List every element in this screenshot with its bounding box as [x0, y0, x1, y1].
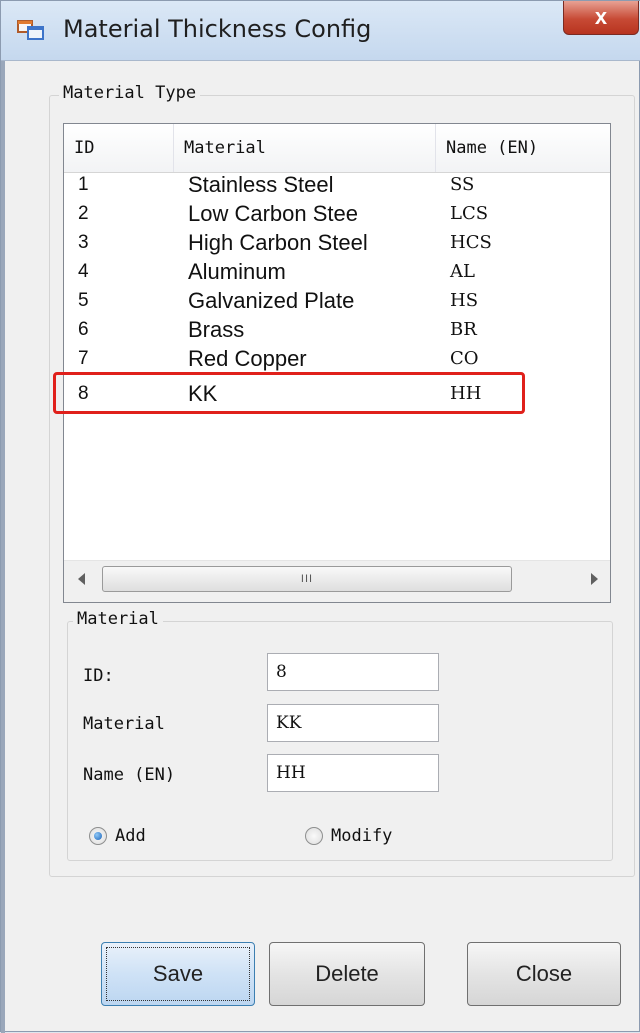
row-name-en: CO [450, 348, 479, 369]
delete-button-label: Delete [315, 961, 379, 986]
row-name-en: LCS [450, 203, 489, 224]
table-row[interactable]: 1 Stainless Steel SS [64, 170, 610, 199]
row-id: 6 [78, 319, 89, 340]
dialog-window: Material Thickness Config x Material Typ… [0, 0, 640, 1033]
close-button-label: Close [515, 961, 573, 986]
material-type-legend: Material Type [59, 83, 201, 103]
material-label: Material [83, 714, 165, 734]
table-row[interactable]: 2 Low Carbon Stee LCS [64, 199, 610, 228]
app-window-icon [17, 20, 44, 40]
material-field[interactable]: KK [267, 704, 439, 742]
row-material: Galvanized Plate [188, 288, 355, 313]
row-name-en: HCS [450, 232, 492, 253]
delete-button[interactable]: Delete [269, 942, 425, 1006]
row-material: Brass [188, 317, 245, 342]
window-title: Material Thickness Config [63, 15, 372, 43]
row-id: 1 [78, 174, 89, 195]
row-id: 4 [78, 261, 89, 282]
row-name-en: HS [450, 290, 479, 311]
add-radio-label[interactable]: Add [115, 826, 146, 846]
row-material: Red Copper [188, 346, 307, 371]
window-border [1, 61, 5, 1033]
name-en-label: Name (EN) [83, 765, 176, 785]
modify-radio-label[interactable]: Modify [331, 826, 392, 846]
add-radio[interactable] [89, 827, 107, 845]
row-name-en: SS [450, 174, 475, 195]
column-header-id[interactable]: ID [64, 124, 174, 172]
close-button[interactable]: Close [467, 942, 621, 1006]
grip-icon: III [300, 573, 314, 585]
radio-selected-dot [94, 832, 102, 840]
table-row[interactable]: 6 Brass BR [64, 315, 610, 344]
save-button[interactable]: Save [101, 942, 255, 1006]
row-name-en: BR [450, 319, 477, 340]
modify-radio[interactable] [305, 827, 323, 845]
row-id: 3 [78, 232, 89, 253]
row-name-en: AL [450, 261, 475, 282]
scroll-right-icon[interactable] [591, 573, 598, 585]
focus-ring [106, 947, 250, 1001]
title-bar: Material Thickness Config x [1, 1, 640, 61]
id-field[interactable]: 8 [267, 653, 439, 691]
row-material: Stainless Steel [188, 172, 334, 197]
id-label: ID: [83, 666, 114, 686]
table-row[interactable]: 3 High Carbon Steel HCS [64, 228, 610, 257]
scroll-left-icon[interactable] [78, 573, 85, 585]
scroll-thumb[interactable]: III [102, 566, 512, 592]
name-en-field[interactable]: HH [267, 754, 439, 792]
row-material: Aluminum [188, 259, 286, 284]
close-window-button[interactable]: x [563, 1, 639, 35]
column-header-material[interactable]: Material [174, 124, 436, 172]
row-id: 7 [78, 348, 89, 369]
list-header: ID Material Name (EN) [64, 124, 610, 173]
row-material: Low Carbon Stee [188, 201, 358, 226]
close-icon: x [594, 4, 608, 29]
column-header-name-en[interactable]: Name (EN) [436, 124, 610, 172]
table-row[interactable]: 7 Red Copper CO [64, 344, 610, 373]
row-material: High Carbon Steel [188, 230, 368, 255]
table-row[interactable]: 5 Galvanized Plate HS [64, 286, 610, 315]
row-id: 2 [78, 203, 89, 224]
selected-row-highlight [53, 372, 525, 414]
horizontal-scrollbar[interactable]: III [64, 560, 610, 602]
material-legend: Material [73, 609, 163, 629]
row-id: 5 [78, 290, 89, 311]
material-list[interactable]: ID Material Name (EN) 1 Stainless Steel … [63, 123, 611, 603]
table-row[interactable]: 4 Aluminum AL [64, 257, 610, 286]
